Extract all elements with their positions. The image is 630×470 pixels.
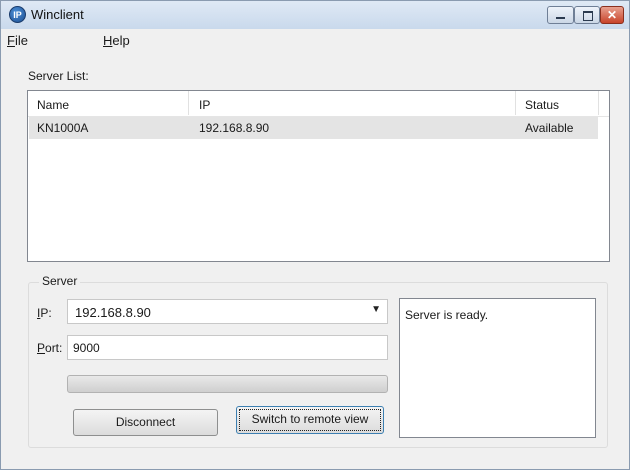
row-name: KN1000A xyxy=(37,121,89,135)
minimize-button[interactable] xyxy=(547,6,574,24)
dropdown-arrow-icon[interactable]: ▼ xyxy=(371,304,381,315)
maximize-icon xyxy=(583,11,593,21)
port-label: Port: xyxy=(37,341,62,355)
maximize-button[interactable] xyxy=(574,6,600,24)
column-divider[interactable] xyxy=(598,91,599,115)
menu-file-label: ile xyxy=(14,33,28,48)
title-bar[interactable]: IP Winclient ✕ xyxy=(1,1,629,29)
table-row[interactable]: KN1000A 192.168.8.90 Available xyxy=(29,117,598,139)
close-icon: ✕ xyxy=(606,8,618,22)
menu-help[interactable]: Help xyxy=(103,33,130,48)
winclient-window: IP Winclient ✕ File Help Server List: Na… xyxy=(0,0,630,470)
progress-bar xyxy=(67,375,388,393)
window-title: Winclient xyxy=(31,7,84,22)
server-group-label: Server xyxy=(39,274,81,288)
port-input[interactable]: 9000 xyxy=(67,335,388,360)
column-divider[interactable] xyxy=(515,91,516,115)
row-status: Available xyxy=(525,121,574,135)
close-button[interactable]: ✕ xyxy=(600,6,624,24)
row-ip: 192.168.8.90 xyxy=(199,121,270,135)
port-value: 9000 xyxy=(73,341,100,355)
menu-file-mnemonic: F xyxy=(7,33,15,48)
port-label-mnemonic: P xyxy=(37,341,46,355)
status-message-box[interactable]: Server is ready. xyxy=(399,298,596,438)
switch-to-remote-view-button[interactable]: Switch to remote view xyxy=(236,406,384,434)
menu-file[interactable]: File xyxy=(7,33,28,48)
app-icon: IP xyxy=(9,6,26,23)
column-header-status[interactable]: Status xyxy=(525,98,559,112)
focus-rectangle xyxy=(239,409,381,431)
ip-value: 192.168.8.90 xyxy=(75,305,151,320)
server-list-label: Server List: xyxy=(28,69,89,83)
minimize-icon xyxy=(556,17,565,19)
ip-label: IP: xyxy=(37,306,52,320)
ip-combobox[interactable]: 192.168.8.90 ▼ xyxy=(67,299,388,324)
disconnect-button[interactable]: Disconnect xyxy=(73,409,218,436)
status-message: Server is ready. xyxy=(405,308,489,322)
menu-help-label: elp xyxy=(112,33,130,48)
menu-help-mnemonic: H xyxy=(103,33,113,48)
column-header-ip[interactable]: IP xyxy=(199,98,210,112)
column-header-name[interactable]: Name xyxy=(37,98,69,112)
menu-bar: File Help xyxy=(1,29,629,53)
port-label-text: ort: xyxy=(45,341,63,355)
server-list[interactable]: Name IP Status KN1000A 192.168.8.90 Avai… xyxy=(27,90,610,262)
column-divider[interactable] xyxy=(188,91,189,115)
ip-label-text: P: xyxy=(40,306,52,320)
list-header: Name IP Status xyxy=(28,91,609,117)
